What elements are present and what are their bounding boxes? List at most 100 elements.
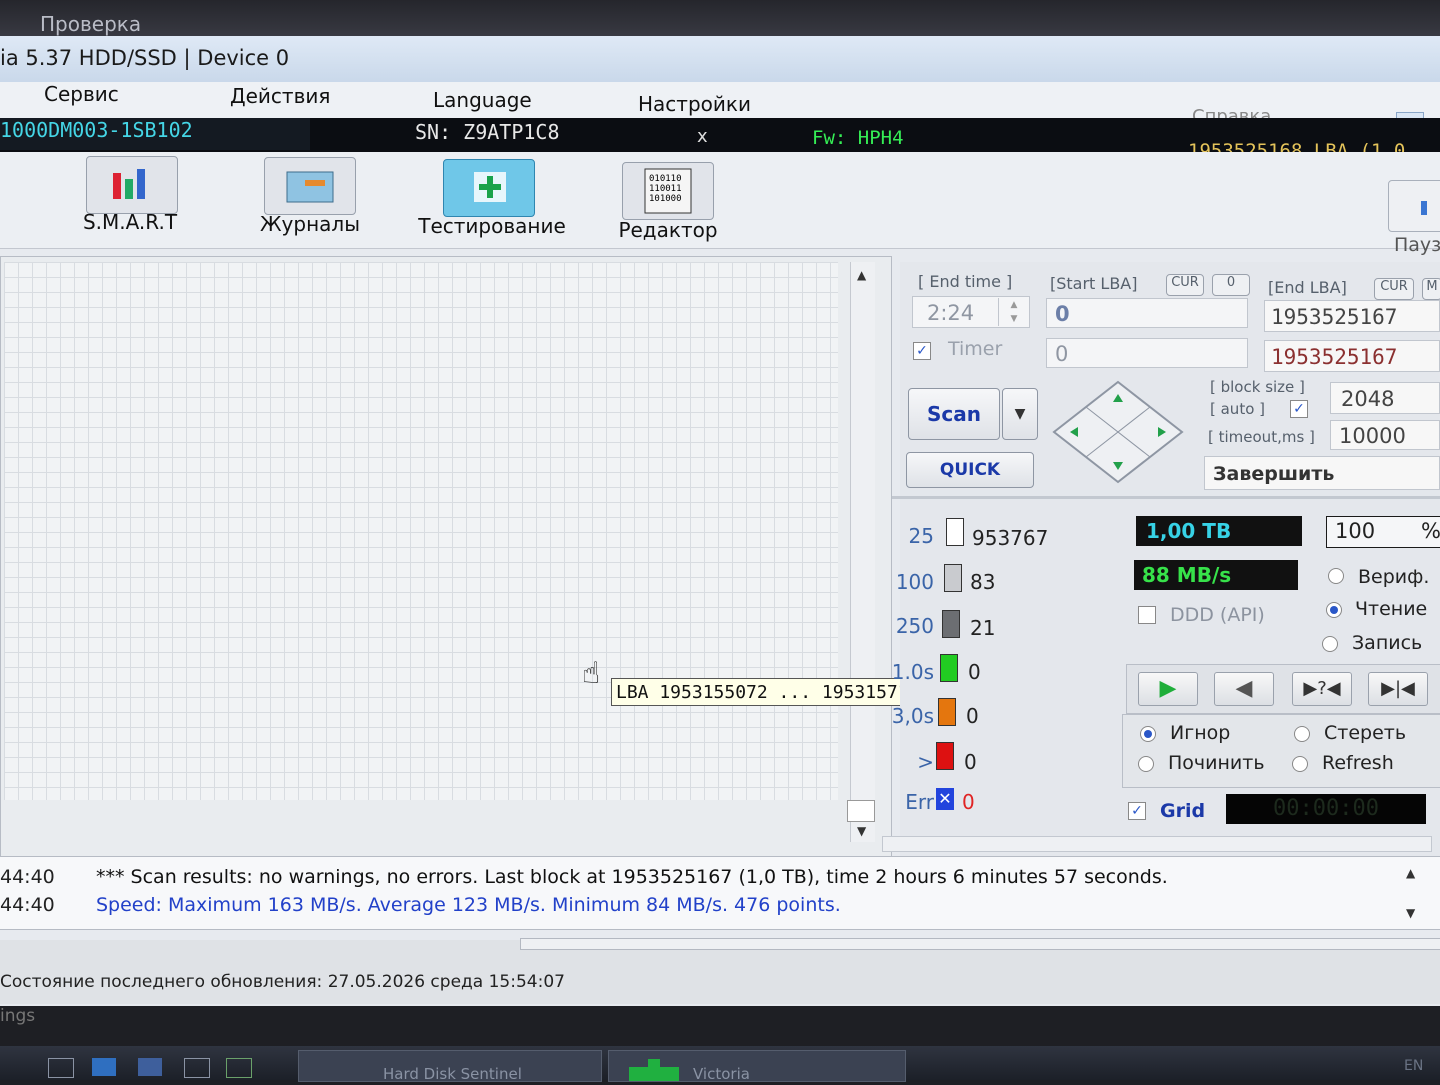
end-button[interactable]: ▶|◀ [1368, 672, 1428, 706]
legend-count-1s: 0 [968, 660, 981, 684]
end-lba-input[interactable]: 1953525167 [1264, 300, 1440, 332]
ignore-radio[interactable] [1140, 726, 1156, 742]
scroll-up-icon[interactable]: ▲ [857, 268, 866, 282]
timer-checkbox[interactable]: ✓ [913, 342, 931, 360]
block-size-label: [ block size ] [1210, 378, 1305, 396]
editor-button[interactable]: 010110 110011 101000 [622, 162, 714, 220]
erase-label: Стереть [1324, 722, 1407, 744]
logs-button[interactable] [264, 157, 356, 215]
read-radio[interactable] [1326, 602, 1342, 618]
repair-radio[interactable] [1138, 756, 1154, 772]
scan-button[interactable]: Scan [908, 388, 1000, 440]
taskbar-tool-icon[interactable] [226, 1058, 252, 1078]
block-size-input[interactable]: 2048 [1330, 382, 1440, 414]
logs-label: Журналы [260, 212, 360, 236]
end-lba-cur-button[interactable]: CUR [1374, 278, 1414, 300]
settings-status: ings [0, 1006, 36, 1026]
ddd-api-checkbox[interactable]: ✓ [1138, 606, 1156, 624]
legend-count-over: 0 [964, 750, 977, 774]
ddd-api-label: DDD (API) [1170, 604, 1265, 626]
taskbar-windows-icon[interactable] [92, 1058, 116, 1076]
read-label: Чтение [1355, 598, 1428, 620]
scroll-thumb[interactable] [847, 800, 875, 822]
svg-text:110011: 110011 [649, 184, 682, 194]
write-label: Запись [1352, 632, 1423, 654]
speed-display: 88 MB/s [1134, 560, 1298, 590]
grid-label: Grid [1160, 800, 1206, 822]
grid-checkbox[interactable]: ✓ [1128, 802, 1146, 820]
start-lba-input[interactable]: 0 [1046, 298, 1248, 328]
timer-value-input[interactable]: 0 [1046, 338, 1248, 368]
device-firmware: Fw: HPH4 [812, 127, 904, 149]
log-scroll-up-icon[interactable]: ▲ [1406, 866, 1415, 880]
latency-legend: 25 953767 100 83 250 21 1.0s 0 3,0s 0 > … [890, 512, 1120, 832]
legend-label-over: > [917, 750, 934, 774]
menu-service[interactable]: Сервис [44, 82, 119, 106]
close-device-button[interactable]: x [697, 126, 708, 147]
map-scrollbar[interactable]: ▲ ▼ [847, 262, 875, 842]
progress-percent-box: 100 % [1326, 516, 1440, 548]
start-lba-cur-button[interactable]: CUR [1166, 274, 1204, 296]
desktop-background [0, 0, 1440, 40]
start-lba-label: [Start LBA] [1050, 274, 1138, 293]
taskbar-monitor-icon[interactable] [184, 1058, 210, 1078]
progress-percent: 100 [1335, 519, 1376, 543]
verify-radio[interactable] [1328, 568, 1344, 584]
language-indicator[interactable]: EN [1404, 1058, 1423, 1074]
legend-count-err: 0 [962, 790, 975, 814]
end-lba-label: [End LBA] [1268, 278, 1347, 297]
legend-label-100: 100 [895, 570, 934, 594]
legend-count-25: 953767 [972, 526, 1049, 550]
write-radio[interactable] [1322, 636, 1338, 652]
direction-pad[interactable] [1052, 380, 1184, 484]
folder-icon [264, 157, 356, 215]
taskbar-desktop-icon[interactable] [48, 1058, 74, 1078]
legend-label-1s: 1.0s [891, 660, 934, 684]
taskbar-app-hds[interactable]: Hard Disk Sentinel [298, 1050, 602, 1083]
scroll-down-icon[interactable]: ▼ [857, 824, 866, 838]
timer-label: Timer [948, 338, 1003, 360]
menu-actions[interactable]: Действия [230, 84, 330, 108]
ignore-label: Игнор [1170, 722, 1231, 744]
scan-dropdown-button[interactable]: ▼ [1002, 388, 1038, 440]
menu-language[interactable]: Language [433, 88, 532, 112]
victoria-cross-icon [629, 1059, 679, 1081]
taskbar-app-victoria-label: Victoria [693, 1065, 750, 1083]
repair-label: Починить [1168, 752, 1265, 774]
legend-label-err: Err [905, 790, 934, 814]
testing-button[interactable] [443, 159, 535, 217]
refresh-radio[interactable] [1292, 756, 1308, 772]
device-model: 1000DM003-1SB102 [0, 118, 310, 150]
smart-button[interactable] [86, 156, 178, 214]
device-serial: SN: Z9ATP1C8 [415, 120, 560, 144]
erase-radio[interactable] [1294, 726, 1310, 742]
block-map-grid[interactable] [4, 262, 838, 800]
pause-button[interactable] [1388, 180, 1440, 232]
legend-swatch-1s [940, 654, 958, 682]
goto-button[interactable]: ▶?◀ [1292, 672, 1352, 706]
finish-action-select[interactable]: Завершить [1204, 456, 1440, 490]
legend-swatch-3s [938, 698, 956, 726]
end-time-spinner[interactable]: ▲ ▼ [998, 298, 1029, 326]
reverse-button[interactable]: ◀ [1214, 672, 1274, 706]
desktop-window-label: Проверка [40, 12, 142, 36]
timeout-input[interactable]: 10000 [1330, 420, 1440, 450]
status-divider [520, 938, 1440, 950]
menu-settings[interactable]: Настройки [638, 92, 751, 116]
auto-label: [ auto ] [1210, 400, 1265, 418]
auto-block-size-checkbox[interactable]: ✓ [1290, 400, 1308, 418]
legend-swatch-100 [944, 564, 962, 592]
legend-count-250: 21 [970, 616, 996, 640]
end-lba-readout: 1953525167 [1264, 340, 1440, 372]
quick-button[interactable]: QUICK [906, 452, 1034, 488]
legend-label-3s: 3,0s [891, 704, 934, 728]
end-lba-max-button[interactable]: M [1422, 278, 1440, 300]
refresh-label: Refresh [1322, 752, 1394, 774]
start-lba-zero-button[interactable]: 0 [1212, 274, 1250, 296]
taskbar-save-icon[interactable] [138, 1058, 162, 1076]
log-time: 44:40 [0, 894, 55, 916]
log-scroll-down-icon[interactable]: ▼ [1406, 906, 1415, 920]
taskbar-app-victoria[interactable]: Victoria [608, 1050, 906, 1083]
verify-label: Вериф. [1358, 566, 1430, 588]
play-button[interactable]: ▶ [1138, 672, 1198, 706]
